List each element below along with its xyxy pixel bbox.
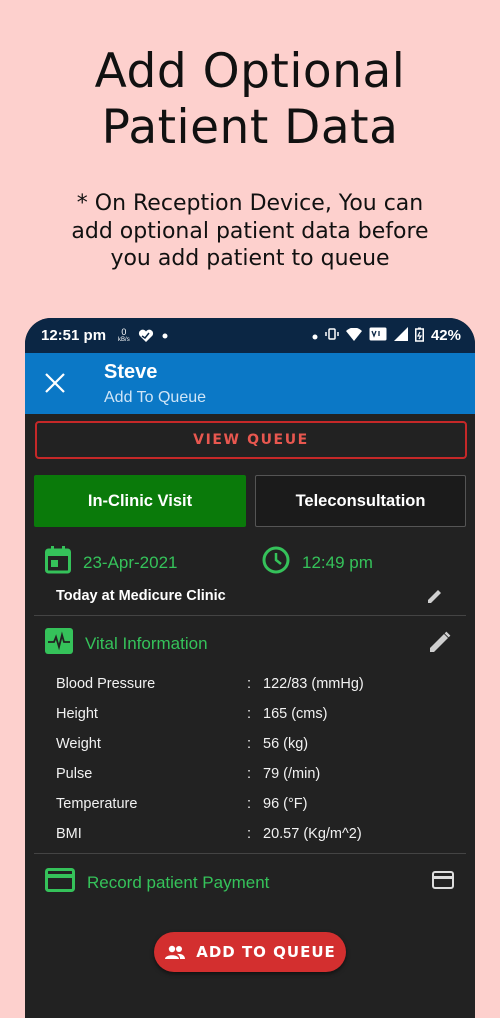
dot-icon <box>162 333 168 339</box>
vital-value: 79 (/min) <box>263 766 321 782</box>
credit-card-icon[interactable] <box>432 871 454 889</box>
vital-row-pulse: Pulse: 79 (/min) <box>56 766 321 782</box>
status-right: 42% <box>312 327 461 345</box>
visit-date[interactable]: 23-Apr-2021 <box>45 546 178 579</box>
vital-label: Pulse <box>56 766 93 782</box>
phone-screen: 12:51 pm 0 kB/s 42% Steve Add To Queue V… <box>25 318 475 1018</box>
divider <box>34 615 466 616</box>
signal-icon <box>393 327 408 344</box>
visit-date-text: 23-Apr-2021 <box>83 552 178 572</box>
view-queue-button[interactable]: VIEW QUEUE <box>35 421 467 459</box>
tab-teleconsultation[interactable]: Teleconsultation <box>255 475 466 527</box>
tab-in-clinic-visit[interactable]: In-Clinic Visit <box>34 475 246 527</box>
vital-value: 165 (cms) <box>263 706 328 722</box>
network-speed: 0 kB/s <box>118 326 130 343</box>
promo-sub-line1: * On Reception Device, You can <box>76 191 424 216</box>
heart-icon <box>138 329 154 343</box>
people-icon <box>164 945 186 959</box>
battery-percent: 42% <box>430 327 461 344</box>
vital-row-weight: Weight: 56 (kg) <box>56 736 309 752</box>
payment-card-icon <box>45 868 75 897</box>
vibrate-icon <box>325 327 339 344</box>
visit-time-text: 12:49 pm <box>302 552 373 572</box>
app-bar: Steve Add To Queue <box>25 353 475 414</box>
clock-icon <box>262 546 290 579</box>
edit-vitals-icon[interactable] <box>429 631 451 653</box>
vital-value: 122/83 (mmHg) <box>263 676 364 692</box>
vital-label: Temperature <box>56 796 138 812</box>
divider <box>34 853 466 854</box>
battery-icon <box>414 327 424 345</box>
patient-name: Steve <box>104 361 158 383</box>
visit-time[interactable]: 12:49 pm <box>262 546 373 579</box>
vital-value: 56 (kg) <box>263 736 309 752</box>
heart-monitor-icon <box>45 628 73 659</box>
vital-row-temperature: Temperature: 96 (°F) <box>56 796 308 812</box>
close-icon[interactable] <box>44 372 66 394</box>
record-payment-label: Record patient Payment <box>87 872 270 892</box>
vital-row-blood-pressure: Blood Pressure: 122/83 (mmHg) <box>56 676 364 692</box>
dot-icon <box>312 328 318 343</box>
vital-row-bmi: BMI: 20.57 (Kg/m^2) <box>56 826 362 842</box>
calendar-icon <box>45 546 71 579</box>
vital-label: BMI <box>56 826 82 842</box>
vital-information-header: Vital Information <box>45 628 208 659</box>
promo-sub-line3: you add patient to queue <box>110 246 390 271</box>
record-payment-row[interactable]: Record patient Payment <box>45 868 269 897</box>
vital-information-title: Vital Information <box>85 633 208 653</box>
promo-title-line1: Add Optional <box>94 44 406 99</box>
visit-location: Today at Medicure Clinic <box>56 588 226 604</box>
appbar-subtitle: Add To Queue <box>104 389 207 406</box>
vital-label: Weight <box>56 736 101 752</box>
vitals-list: Blood Pressure: 122/83 (mmHg) Height: 16… <box>56 669 456 849</box>
vital-value: 20.57 (Kg/m^2) <box>263 826 362 842</box>
add-to-queue-button[interactable]: ADD TO QUEUE <box>154 932 346 972</box>
vital-label: Blood Pressure <box>56 676 156 692</box>
wifi-icon <box>345 327 362 344</box>
add-to-queue-label: ADD TO QUEUE <box>196 943 336 961</box>
vital-row-height: Height: 165 (cms) <box>56 706 328 722</box>
promo-subtitle: * On Reception Device, You can add optio… <box>40 190 460 273</box>
vital-value: 96 (°F) <box>263 796 308 812</box>
status-bar: 12:51 pm 0 kB/s 42% <box>25 318 475 353</box>
edit-visit-icon[interactable] <box>427 588 443 604</box>
promo-title-line2: Patient Data <box>101 100 399 155</box>
vowifi-icon <box>369 327 387 344</box>
promo-title: Add Optional Patient Data <box>0 44 500 156</box>
promo-sub-line2: add optional patient data before <box>71 218 429 244</box>
status-time: 12:51 pm <box>41 327 107 344</box>
vital-label: Height <box>56 706 98 722</box>
